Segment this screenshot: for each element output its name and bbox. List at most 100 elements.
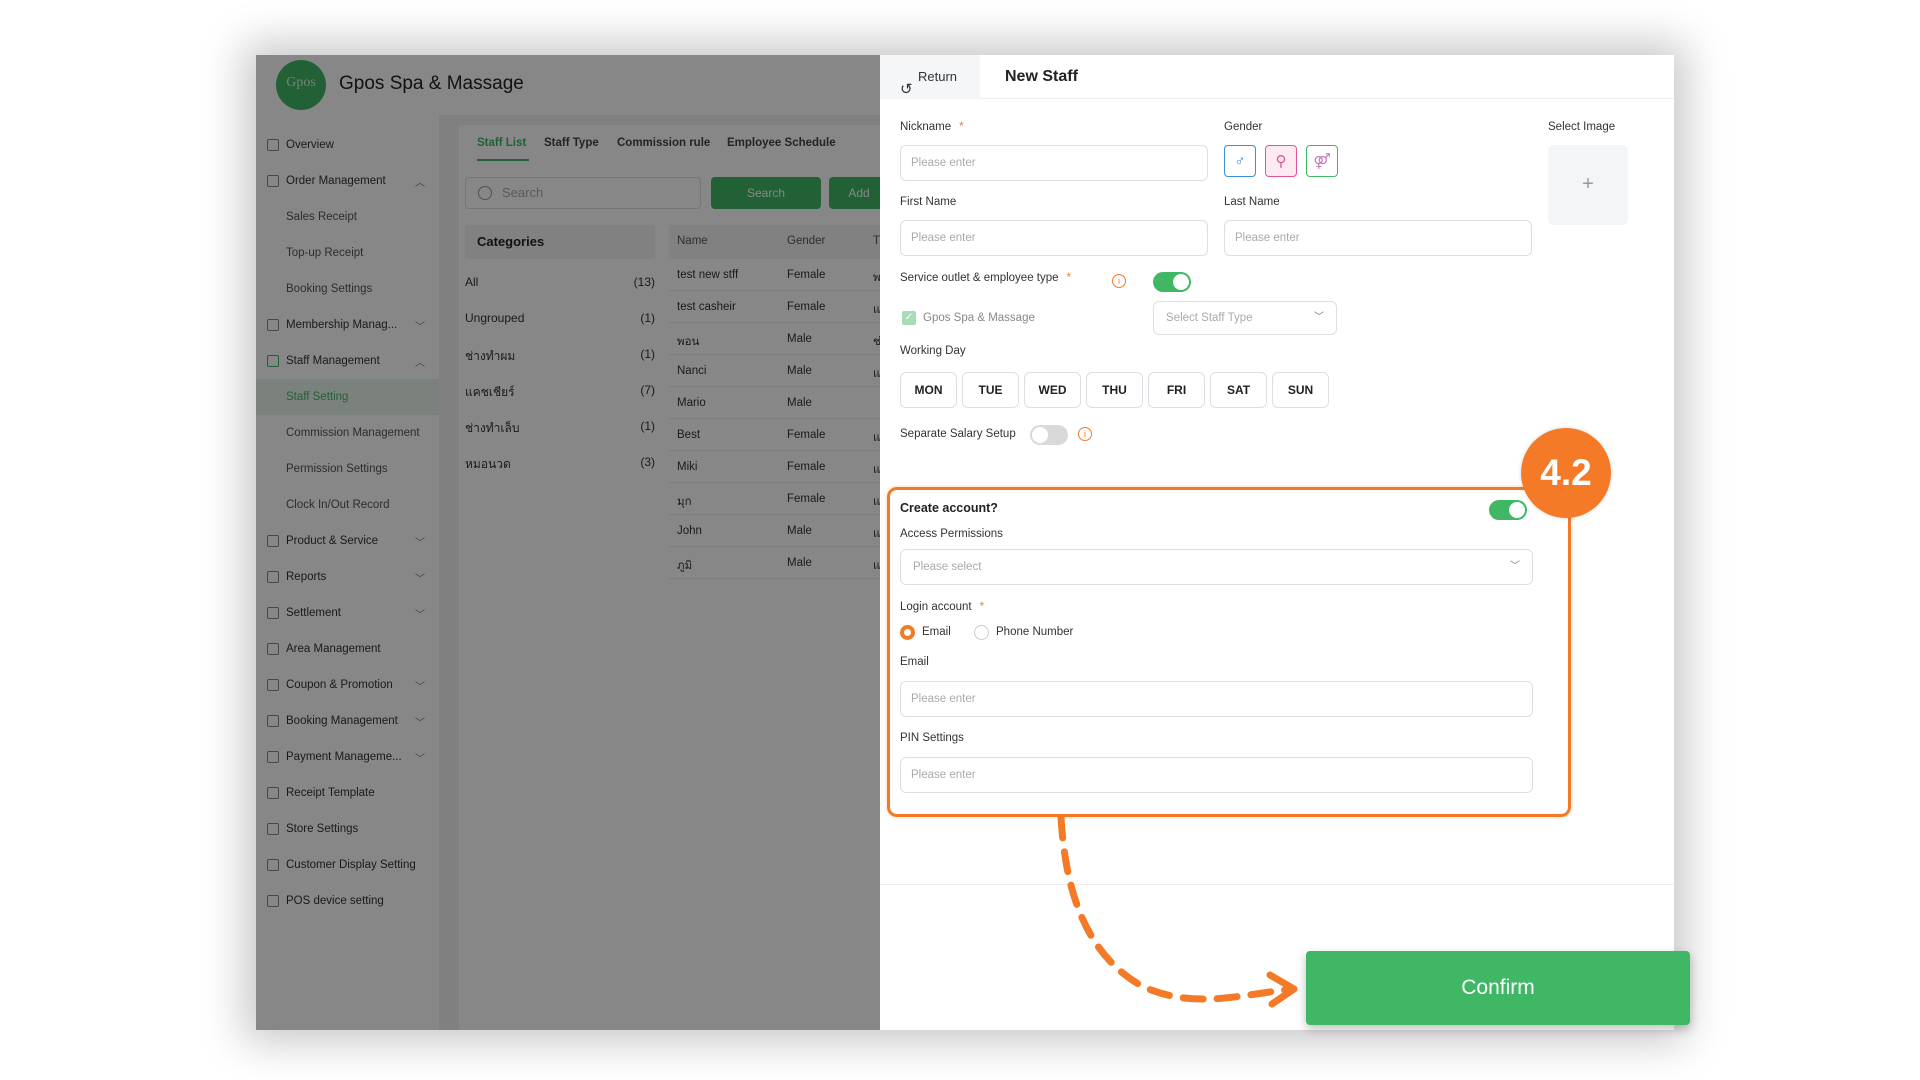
gender-male-option[interactable]: ♂ [1224,145,1256,177]
sidebar-item-topup-receipt[interactable]: Top-up Receipt [256,235,439,271]
sidebar-item-booking-management[interactable]: Booking Management ﹀ [256,703,439,739]
category-ungrouped[interactable]: Ungrouped (1) [465,311,655,325]
table-row[interactable]: Best Female แ [669,419,880,451]
sidebar-item-store-settings[interactable]: Store Settings [256,811,439,847]
category-cashier[interactable]: แคชเชียร์ (7) [465,383,655,402]
sidebar-item-membership[interactable]: Membership Manag... ﹀ [256,307,439,343]
day-thu-button[interactable]: THU [1086,372,1143,408]
sidebar-item-reports[interactable]: Reports ﹀ [256,559,439,595]
email-label: Email [900,656,929,668]
table-row[interactable]: Nanci Male แ [669,355,880,387]
sidebar-item-booking-settings[interactable]: Booking Settings [256,271,439,307]
day-sat-button[interactable]: SAT [1210,372,1267,408]
email-input[interactable]: Please enter [900,681,1533,717]
image-upload-button[interactable]: + [1548,145,1628,225]
table-row[interactable]: Miki Female แ [669,451,880,483]
separate-salary-toggle[interactable] [1030,425,1068,445]
sidebar-item-overview[interactable]: Overview [256,127,439,163]
table-row[interactable]: พอน Male ช่ [669,323,881,355]
staff-type-select[interactable]: Select Staff Type ﹀ [1153,301,1337,335]
access-permissions-select[interactable]: Please select ﹀ [900,549,1533,585]
booking-icon [267,715,279,727]
login-phone-radio[interactable] [974,625,989,640]
sidebar-item-label: Permission Settings [286,463,388,475]
sidebar-item-settlement[interactable]: Settlement ﹀ [256,595,439,631]
search-input[interactable]: Search [465,177,701,209]
table-row[interactable]: John Male แ [669,515,880,547]
confirm-button[interactable]: Confirm [1306,951,1690,1025]
sidebar-item-label: Membership Manag... [286,319,398,331]
search-button[interactable]: Search [711,177,821,209]
new-staff-drawer: ↺ Return New Staff Nickname * Please enter… [880,55,1674,1030]
tab-staff-type[interactable]: Staff Type [544,137,599,149]
row-name: Best [677,429,701,441]
row-gender: Female [787,493,826,505]
tab-staff-list[interactable]: Staff List [477,137,526,149]
category-name: Ungrouped [465,311,525,325]
sidebar-item-product-service[interactable]: Product & Service ﹀ [256,523,439,559]
day-wed-button[interactable]: WED [1024,372,1081,408]
day-tue-button[interactable]: TUE [962,372,1019,408]
category-masseur[interactable]: หมอนวด (3) [465,455,655,474]
product-icon [267,535,279,547]
info-icon[interactable]: i [1112,274,1126,288]
sidebar-item-staff-management[interactable]: Staff Management ︿ [256,343,439,379]
sidebar-item-payment[interactable]: Payment Manageme... ﹀ [256,739,439,775]
day-fri-button[interactable]: FRI [1148,372,1205,408]
store-name: Gpos Spa & Massage [339,73,524,94]
pin-settings-label: PIN Settings [900,732,964,744]
gender-other-option[interactable]: ⚤ [1306,145,1338,177]
order-icon [267,175,279,187]
sidebar-item-receipt-template[interactable]: Receipt Template [256,775,439,811]
sidebar-item-clock[interactable]: Clock In/Out Record [256,487,439,523]
gender-female-option[interactable]: ⚲ [1265,145,1297,177]
outlet-checkbox[interactable]: ✓ [902,311,916,325]
service-outlet-toggle[interactable] [1153,272,1191,292]
day-sun-button[interactable]: SUN [1272,372,1329,408]
first-name-input[interactable]: Please enter [900,220,1208,256]
sidebar-item-sales-receipt[interactable]: Sales Receipt [256,199,439,235]
sidebar-item-coupon[interactable]: Coupon & Promotion ﹀ [256,667,439,703]
sidebar-item-pos-device[interactable]: POS device setting [256,883,439,919]
table-row[interactable]: Mario Male [669,387,880,419]
login-email-radio[interactable] [900,625,915,640]
male-icon: ♂ [1234,152,1246,170]
sidebar-item-staff-setting[interactable]: Staff Setting [256,379,439,415]
sidebar-item-label: Reports [286,571,327,583]
tab-commission-rule[interactable]: Commission rule [617,137,710,149]
pin-input[interactable]: Please enter [900,757,1533,793]
sidebar-item-order-management[interactable]: Order Management ︿ [256,163,439,199]
sidebar-item-permission[interactable]: Permission Settings [256,451,439,487]
return-button[interactable]: ↺ Return [880,55,980,99]
sidebar-item-customer-display[interactable]: Customer Display Setting [256,847,439,883]
sidebar-item-label: Store Settings [286,823,359,835]
required-mark: * [979,601,985,613]
checkmark-icon: ✓ [904,312,914,323]
sidebar-item-commission[interactable]: Commission Management [256,415,439,451]
category-all[interactable]: All (13) [465,275,655,289]
table-row[interactable]: ภูมิ Male แ [669,547,880,579]
tab-employee-schedule[interactable]: Employee Schedule [727,137,836,149]
last-name-input[interactable]: Please enter [1224,220,1532,256]
table-row[interactable]: มุก Female แ [669,483,880,515]
drawer-header: ↺ Return New Staff [880,55,1674,99]
row-name: พอน [677,336,700,348]
create-account-toggle[interactable] [1489,500,1527,520]
table-row[interactable]: test new stff Female พ [669,259,881,291]
login-email-label: Email [922,626,951,638]
row-gender: Female [787,301,826,313]
required-mark: * [959,121,964,133]
category-nail-technician[interactable]: ช่างทำเล็บ (1) [465,419,655,438]
sidebar-item-label: Payment Manageme... [286,751,402,763]
staff-icon [267,355,279,367]
drawer-title: New Staff [1005,68,1078,85]
sidebar-item-label: Staff Management [286,355,380,367]
table-row[interactable]: test casheir Female แ [669,291,880,323]
sidebar-item-area[interactable]: Area Management [256,631,439,667]
nickname-placeholder: Please enter [911,157,976,169]
info-icon[interactable]: i [1078,427,1092,441]
nickname-input[interactable]: Please enter [900,145,1208,181]
day-mon-button[interactable]: MON [900,372,957,408]
category-count: (1) [640,419,655,433]
category-hairdresser[interactable]: ช่างทำผม (1) [465,347,655,366]
